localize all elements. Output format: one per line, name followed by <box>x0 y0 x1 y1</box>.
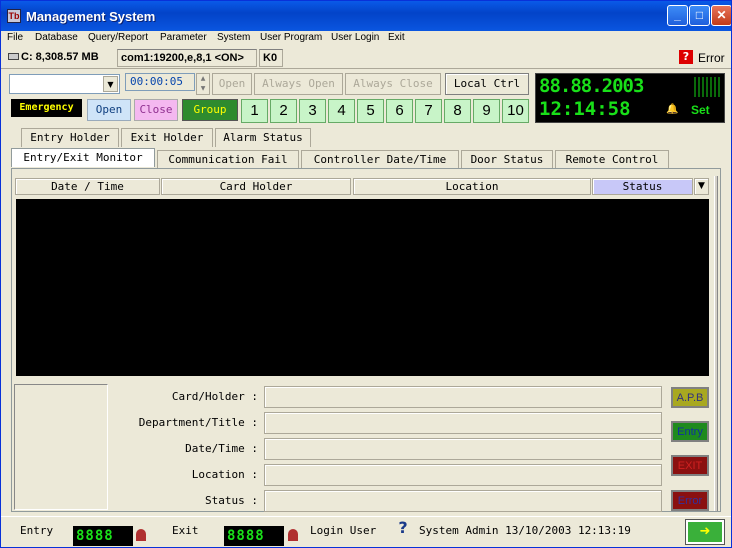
location-field <box>264 464 662 486</box>
event-grid[interactable] <box>16 199 709 376</box>
tab-communication-fail[interactable]: Communication Fail <box>157 150 299 169</box>
entry-door-icon <box>136 529 146 541</box>
status-field <box>264 490 662 512</box>
open-door-button[interactable]: Open <box>87 99 131 121</box>
menu-user-login[interactable]: User Login <box>331 32 379 43</box>
door-button-9[interactable]: 9 <box>473 99 500 123</box>
timer-field[interactable]: 00:00:05 <box>125 73 195 91</box>
error-icon[interactable]: ? <box>679 50 693 64</box>
emergency-button[interactable]: Emergency <box>11 99 82 117</box>
exit-status-button[interactable]: EXIT <box>671 455 709 476</box>
menu-system[interactable]: System <box>217 32 250 43</box>
menu-bar: File Database Query/Report Parameter Sys… <box>1 31 731 47</box>
disk-space-text: C: 8,308.57 MB <box>21 51 99 63</box>
panel-scrollbar[interactable] <box>714 176 718 511</box>
tab-entry-exit-monitor[interactable]: Entry/Exit Monitor <box>11 148 155 167</box>
tab-entry-holder[interactable]: Entry Holder <box>21 128 119 147</box>
user-info: System Admin 13/10/2003 12:13:19 <box>419 524 631 537</box>
set-button[interactable]: Set <box>691 103 710 117</box>
controller-combo[interactable]: ▼ <box>9 74 120 94</box>
led-indicator-grid <box>694 77 722 97</box>
holder-photo <box>14 384 108 510</box>
door-button-5[interactable]: 5 <box>357 99 384 123</box>
exit-door-icon <box>288 529 298 541</box>
menu-parameter[interactable]: Parameter <box>160 32 207 43</box>
door-button-8[interactable]: 8 <box>444 99 471 123</box>
apb-button[interactable]: A.P.B <box>671 387 709 408</box>
entry-label: Entry <box>20 524 54 537</box>
error-label[interactable]: Error <box>698 51 725 65</box>
close-door-button[interactable]: Close <box>134 99 178 121</box>
column-date-time[interactable]: Date / Time <box>15 178 160 195</box>
door-button-1[interactable]: 1 <box>241 99 268 123</box>
tab-door-status[interactable]: Door Status <box>461 150 553 169</box>
title-bar[interactable]: Tb Management System _ □ ✕ <box>1 1 731 31</box>
card-holder-field <box>264 386 662 408</box>
main-window: Tb Management System _ □ ✕ File Database… <box>0 0 732 548</box>
menu-database[interactable]: Database <box>35 32 78 43</box>
door-button-10[interactable]: 10 <box>502 99 529 123</box>
close-button[interactable]: ✕ <box>711 5 731 26</box>
exit-app-icon[interactable]: ➜ <box>686 520 724 544</box>
drive-icon <box>8 53 19 60</box>
card-holder-label: Card/Holder : <box>171 390 258 403</box>
menu-query-report[interactable]: Query/Report <box>88 32 148 43</box>
group-button[interactable]: Group <box>182 99 238 121</box>
door-button-6[interactable]: 6 <box>386 99 413 123</box>
date-time-field <box>264 438 662 460</box>
minimize-button[interactable]: _ <box>667 5 688 26</box>
tab-alarm-status[interactable]: Alarm Status <box>215 128 311 147</box>
column-card-holder[interactable]: Card Holder <box>161 178 351 195</box>
column-dropdown-icon[interactable]: ▼ <box>694 178 709 195</box>
department-title-label: Department/Title : <box>138 416 258 429</box>
door-button-2[interactable]: 2 <box>270 99 297 123</box>
exit-label: Exit <box>172 524 199 537</box>
always-close-button[interactable]: Always Close <box>345 73 441 95</box>
entry-status-button[interactable]: Entry <box>671 421 709 442</box>
department-title-field <box>264 412 662 434</box>
bell-icon[interactable]: 🔔 <box>666 104 678 115</box>
login-user-label: Login User <box>310 524 377 537</box>
tab-exit-holder[interactable]: Exit Holder <box>121 128 213 147</box>
menu-exit[interactable]: Exit <box>388 32 405 43</box>
info-bar: C: 8,308.57 MB com1:19200,e,8,1 <ON> K0 <box>1 47 731 69</box>
user-icon: ? <box>398 518 408 537</box>
menu-file[interactable]: File <box>7 32 23 43</box>
entry-counter: 8888 <box>73 526 133 546</box>
open-timer-button[interactable]: Open <box>212 73 252 95</box>
led-time: 12:14:58 <box>539 98 631 120</box>
location-label: Location : <box>191 468 258 481</box>
menu-user-program[interactable]: User Program <box>260 32 322 43</box>
column-location[interactable]: Location <box>353 178 591 195</box>
tab-controller-date-time[interactable]: Controller Date/Time <box>301 150 459 169</box>
k-status: K0 <box>259 49 283 67</box>
date-time-label: Date/Time : <box>185 442 258 455</box>
port-status: com1:19200,e,8,1 <ON> <box>117 49 257 67</box>
timer-spinner[interactable]: ▲ ▼ <box>196 73 210 95</box>
door-button-4[interactable]: 4 <box>328 99 355 123</box>
always-open-button[interactable]: Always Open <box>254 73 343 95</box>
maximize-button[interactable]: □ <box>689 5 710 26</box>
column-status[interactable]: Status <box>592 178 693 195</box>
status-label: Status : <box>205 494 258 507</box>
app-icon: Tb <box>7 9 21 23</box>
led-date: 88.88.2003 <box>539 75 644 97</box>
error-status-button[interactable]: Error <box>671 490 709 511</box>
clock-panel: 88.88.2003 12:14:58 🔔 Set <box>535 73 725 123</box>
chevron-down-icon[interactable]: ▼ <box>103 76 118 92</box>
door-button-7[interactable]: 7 <box>415 99 442 123</box>
exit-counter: 8888 <box>224 526 284 546</box>
local-ctrl-button[interactable]: Local Ctrl <box>445 73 529 95</box>
window-title: Management System <box>26 9 156 24</box>
disk-space: C: 8,308.57 MB <box>5 49 116 67</box>
tab-remote-control[interactable]: Remote Control <box>555 150 669 169</box>
door-button-3[interactable]: 3 <box>299 99 326 123</box>
